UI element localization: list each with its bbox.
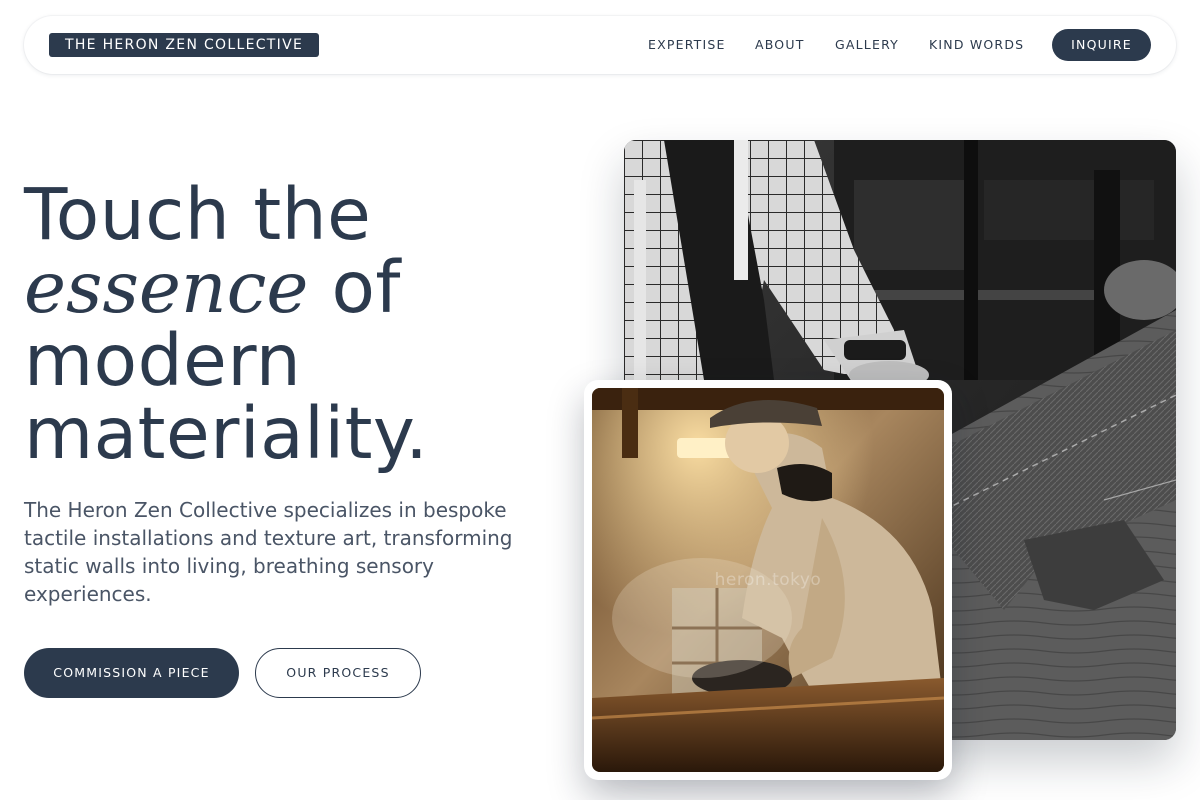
headline-line-3: modern	[24, 319, 302, 402]
nav-link-about[interactable]: ABOUT	[755, 37, 805, 53]
nav-link-kind-words[interactable]: KIND WORDS	[929, 37, 1024, 53]
nav-link-gallery[interactable]: GALLERY	[835, 37, 899, 53]
craftsman-workshop-photo: heron.tokyo	[592, 388, 944, 772]
top-navigation: THE HERON ZEN COLLECTIVE EXPERTISE ABOUT…	[24, 16, 1176, 74]
inquire-button[interactable]: INQUIRE	[1052, 29, 1151, 61]
headline-line-2: essence of	[24, 251, 584, 324]
hero-description: The Heron Zen Collective specializes in …	[24, 498, 513, 606]
our-process-button[interactable]: OUR PROCESS	[255, 648, 421, 698]
commission-piece-button[interactable]: COMMISSION A PIECE	[24, 648, 239, 698]
inset-photo-frame: heron.tokyo	[584, 380, 952, 780]
hero-headline: Touch the essence of modern materiality.	[24, 178, 584, 470]
image-watermark: heron.tokyo	[714, 570, 822, 590]
headline-line-2-rest: of	[308, 246, 401, 329]
headline-line-4: materiality.	[24, 392, 429, 475]
headline-line-1: Touch the	[24, 173, 372, 256]
headline-emphasis: essence	[24, 246, 309, 329]
brand-logo[interactable]: THE HERON ZEN COLLECTIVE	[49, 33, 320, 57]
nav-link-expertise[interactable]: EXPERTISE	[648, 37, 726, 53]
